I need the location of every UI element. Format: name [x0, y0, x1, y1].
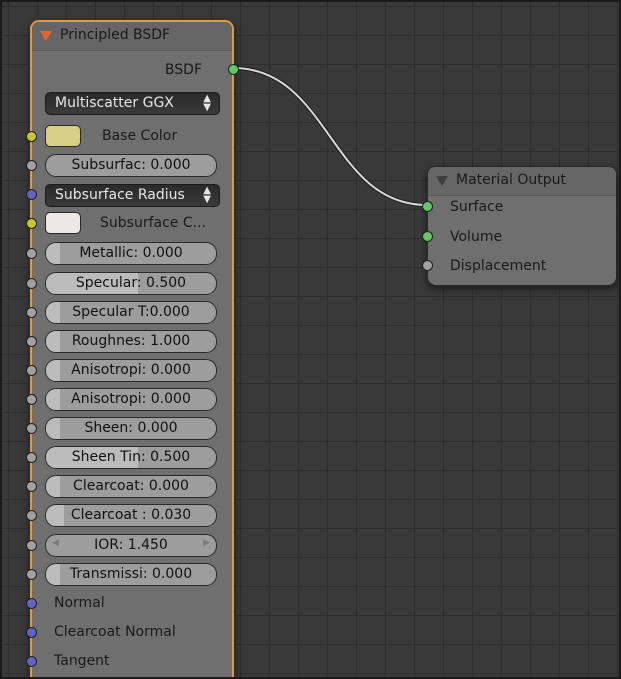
- specular-tint-socket[interactable]: [26, 307, 37, 318]
- tangent-label: Tangent: [54, 653, 110, 669]
- subsurface-radius-value: Subsurface Radius: [55, 187, 185, 203]
- ior-field-text: IOR: 1.450: [94, 537, 168, 553]
- subsurface-color-swatch[interactable]: [45, 212, 81, 234]
- subsurface-color-socket[interactable]: [26, 218, 37, 229]
- material-output-node[interactable]: Material Output Surface Volume Displacem…: [422, 166, 617, 286]
- specular-tint-field-text: Specular T:0.000: [72, 304, 190, 320]
- updown-arrows-icon: ▲ ▼: [203, 93, 211, 113]
- subsurface-field-text: Subsurfac: 0.000: [71, 157, 191, 173]
- distribution-value: Multiscatter GGX: [55, 95, 174, 111]
- specular-field-text: Specular: 0.500: [75, 275, 187, 291]
- distribution-dropdown[interactable]: Multiscatter GGX ▲ ▼: [45, 92, 220, 115]
- transmission-socket[interactable]: [26, 569, 37, 580]
- node-title: Principled BSDF: [60, 27, 171, 43]
- volume-label: Volume: [450, 229, 503, 245]
- transmission-field[interactable]: Transmissi: 0.000: [45, 563, 217, 586]
- clearcoat-field[interactable]: Clearcoat: 0.000: [45, 475, 217, 498]
- displacement-socket[interactable]: [422, 260, 433, 271]
- metallic-socket[interactable]: [26, 248, 37, 259]
- updown-arrows-icon: ▲ ▼: [203, 185, 211, 205]
- clearcoat-normal-label: Clearcoat Normal: [54, 624, 176, 640]
- roughness-field-text: Roughnes: 1.000: [71, 333, 191, 349]
- normal-socket[interactable]: [26, 598, 37, 609]
- normal-label: Normal: [54, 595, 105, 611]
- surface-label: Surface: [450, 199, 504, 215]
- node-title: Material Output: [456, 172, 566, 188]
- clearcoat-roughness-socket[interactable]: [26, 510, 37, 521]
- principled-bsdf-node[interactable]: Principled BSDF BSDF Multiscatter GGX ▲ ▼…: [26, 20, 239, 679]
- sheen-field[interactable]: Sheen: 0.000: [45, 417, 217, 440]
- sheen-field-text: Sheen: 0.000: [84, 420, 178, 436]
- volume-socket[interactable]: [422, 231, 433, 242]
- anisotropic-field[interactable]: Anisotropi: 0.000: [45, 359, 217, 382]
- clearcoat-roughness-field[interactable]: Clearcoat : 0.030: [45, 504, 217, 527]
- tangent-socket[interactable]: [26, 656, 37, 667]
- anisotropic-rotation-field[interactable]: Anisotropi: 0.000: [45, 388, 217, 411]
- specular-field[interactable]: Specular: 0.500: [45, 272, 217, 295]
- anisotropic-rotation-socket[interactable]: [26, 394, 37, 405]
- sheen-tint-field-text: Sheen Tin: 0.500: [71, 449, 191, 465]
- material-output-header[interactable]: Material Output: [428, 167, 616, 196]
- clearcoat-roughness-field-text: Clearcoat : 0.030: [70, 507, 192, 523]
- anisotropic-rotation-field-text: Anisotropi: 0.000: [71, 391, 191, 407]
- subsurface-radius-dropdown[interactable]: Subsurface Radius ▲ ▼: [45, 184, 220, 207]
- transmission-field-text: Transmissi: 0.000: [69, 566, 193, 582]
- principled-bsdf-header[interactable]: Principled BSDF: [32, 22, 232, 51]
- sheen-tint-field[interactable]: Sheen Tin: 0.500: [45, 446, 217, 469]
- subsurface-color-label: Subsurface C...: [100, 215, 206, 231]
- specular-socket[interactable]: [26, 278, 37, 289]
- displacement-label: Displacement: [450, 258, 547, 274]
- increment-arrow-icon[interactable]: ▶: [203, 538, 210, 548]
- anisotropic-socket[interactable]: [26, 365, 37, 376]
- metallic-field[interactable]: Metallic: 0.000: [45, 242, 217, 265]
- collapse-triangle-icon[interactable]: [40, 31, 52, 41]
- clearcoat-socket[interactable]: [26, 481, 37, 492]
- subsurface-field[interactable]: Subsurfac: 0.000: [45, 154, 217, 177]
- surface-socket[interactable]: [422, 201, 433, 212]
- base-color-socket[interactable]: [26, 131, 37, 142]
- sheen-tint-socket[interactable]: [26, 452, 37, 463]
- roughness-socket[interactable]: [26, 336, 37, 347]
- roughness-field[interactable]: Roughnes: 1.000: [45, 330, 217, 353]
- collapse-triangle-icon[interactable]: [436, 176, 448, 186]
- base-color-label: Base Color: [102, 128, 178, 144]
- subsurface-socket[interactable]: [26, 160, 37, 171]
- ior-socket[interactable]: [26, 540, 37, 551]
- bsdf-output-label: BSDF: [164, 62, 202, 78]
- metallic-field-text: Metallic: 0.000: [79, 245, 183, 261]
- clearcoat-normal-socket[interactable]: [26, 627, 37, 638]
- ior-field[interactable]: ◀ IOR: 1.450 ▶: [45, 534, 217, 557]
- specular-tint-field[interactable]: Specular T:0.000: [45, 301, 217, 324]
- clearcoat-field-text: Clearcoat: 0.000: [73, 478, 189, 494]
- bsdf-output-socket[interactable]: [228, 64, 239, 75]
- subsurface-radius-socket[interactable]: [26, 189, 37, 200]
- base-color-swatch[interactable]: [45, 125, 81, 147]
- anisotropic-field-text: Anisotropi: 0.000: [71, 362, 191, 378]
- sheen-socket[interactable]: [26, 423, 37, 434]
